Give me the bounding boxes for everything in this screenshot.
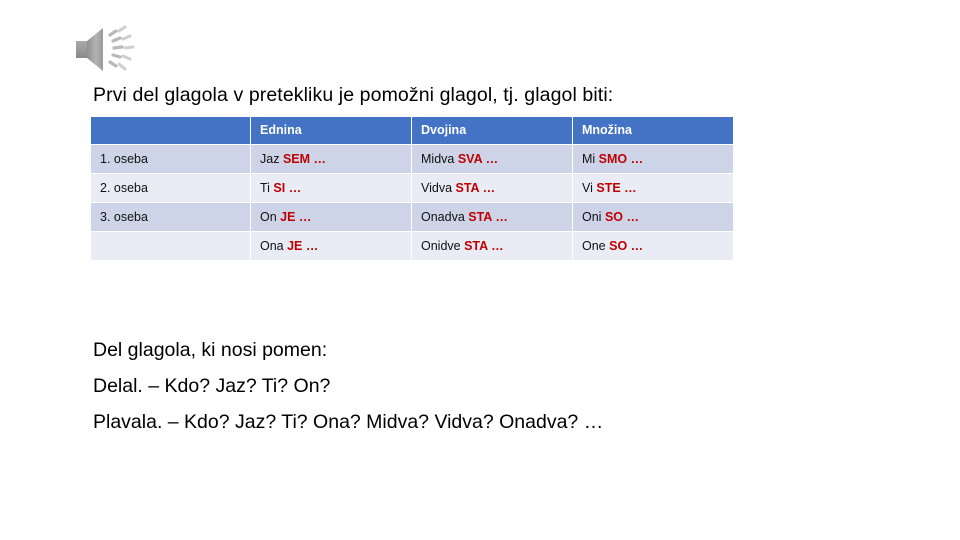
pronoun-text: Onidve: [421, 239, 465, 253]
pronoun-text: Jaz: [260, 152, 283, 166]
column-header-ednina: Ednina: [251, 117, 411, 144]
cell-ednina: Jaz SEM …: [251, 145, 411, 173]
ellipsis: …: [620, 181, 637, 195]
verb-form: SO: [609, 239, 628, 253]
column-header-dvojina: Dvojina: [412, 117, 572, 144]
pronoun-text: One: [582, 239, 610, 253]
table-row: 1. oseba Jaz SEM … Midva SVA … Mi SMO …: [91, 145, 733, 173]
table-row: 3. oseba On JE … Onadva STA … Oni SO …: [91, 203, 733, 231]
column-header-person: [91, 117, 250, 144]
verb-form: STA: [464, 239, 488, 253]
ellipsis: …: [487, 239, 504, 253]
cell-ednina: Ona JE …: [251, 232, 411, 260]
cell-person: 1. oseba: [91, 145, 250, 173]
table-row: 2. oseba Ti SI … Vidva STA … Vi STE …: [91, 174, 733, 202]
cell-dvojina: Onadva STA …: [412, 203, 572, 231]
verb-form: STA: [455, 181, 480, 195]
cell-mnozina: Oni SO …: [573, 203, 733, 231]
pronoun-text: Midva: [421, 152, 458, 166]
ellipsis: …: [285, 181, 302, 195]
cell-dvojina: Onidve STA …: [412, 232, 572, 260]
cell-person: [91, 232, 250, 260]
page-title: Prvi del glagola v pretekliku je pomožni…: [93, 84, 614, 106]
verb-form: SO: [604, 210, 623, 224]
pronoun-text: Oni: [582, 210, 605, 224]
explanation-block: Del glagola, ki nosi pomen: Delal. – Kdo…: [93, 332, 793, 440]
ellipsis: …: [479, 181, 496, 195]
pronoun-text: On: [260, 210, 281, 224]
pronoun-text: Ona: [260, 239, 288, 253]
ellipsis: …: [302, 239, 319, 253]
explanation-line-1: Del glagola, ki nosi pomen:: [93, 339, 328, 361]
ellipsis: …: [627, 239, 644, 253]
ellipsis: …: [295, 210, 312, 224]
verb-form: SMO: [598, 152, 628, 166]
cell-dvojina: Vidva STA …: [412, 174, 572, 202]
table-header-row: Ednina Dvojina Množina: [91, 117, 733, 144]
speaker-icon[interactable]: [72, 22, 140, 80]
cell-dvojina: Midva SVA …: [412, 145, 572, 173]
ellipsis: …: [491, 210, 508, 224]
ellipsis: …: [482, 152, 499, 166]
cell-person: 3. oseba: [91, 203, 250, 231]
ellipsis: …: [627, 152, 644, 166]
ellipsis: …: [623, 210, 639, 224]
cell-ednina: On JE …: [251, 203, 411, 231]
verb-form: JE: [280, 210, 296, 224]
verb-form: SI: [273, 181, 286, 195]
cell-mnozina: Vi STE …: [573, 174, 733, 202]
verb-form: STE: [596, 181, 621, 195]
cell-person: 2. oseba: [91, 174, 250, 202]
column-header-mnozina: Množina: [573, 117, 733, 144]
verb-form: JE: [287, 239, 303, 253]
pronoun-text: Vi: [582, 181, 597, 195]
verb-form: SEM: [282, 152, 311, 166]
table-row: Ona JE … Onidve STA … One SO …: [91, 232, 733, 260]
pronoun-text: Ti: [260, 181, 274, 195]
cell-ednina: Ti SI …: [251, 174, 411, 202]
explanation-line-3: Plavala. – Kdo? Jaz? Ti? Ona? Midva? Vid…: [93, 411, 604, 433]
explanation-line-2: Delal. – Kdo? Jaz? Ti? On?: [93, 375, 331, 397]
verb-form: SVA: [457, 152, 483, 166]
conjugation-table: Ednina Dvojina Množina 1. oseba Jaz SEM …: [90, 116, 734, 261]
pronoun-text: Mi: [582, 152, 599, 166]
pronoun-text: Vidva: [421, 181, 456, 195]
ellipsis: …: [310, 152, 327, 166]
cell-mnozina: One SO …: [573, 232, 733, 260]
verb-form: STA: [468, 210, 492, 224]
cell-mnozina: Mi SMO …: [573, 145, 733, 173]
pronoun-text: Onadva: [421, 210, 469, 224]
